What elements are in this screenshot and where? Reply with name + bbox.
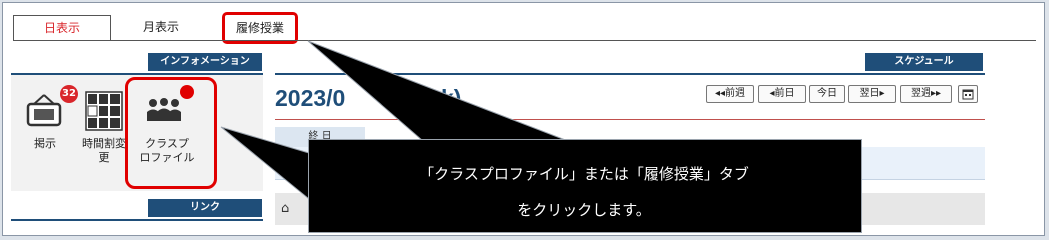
screenshot-frame: 日表示 月表示 履修授業 インフォメーション 32 掲示 時間割変 更 クラスプ… [2,2,1045,236]
callout-text-line2: をクリックします。 [517,201,651,219]
callout-text-line1: 「クラスプロファイル」または「履修授業」タブ [419,165,749,183]
